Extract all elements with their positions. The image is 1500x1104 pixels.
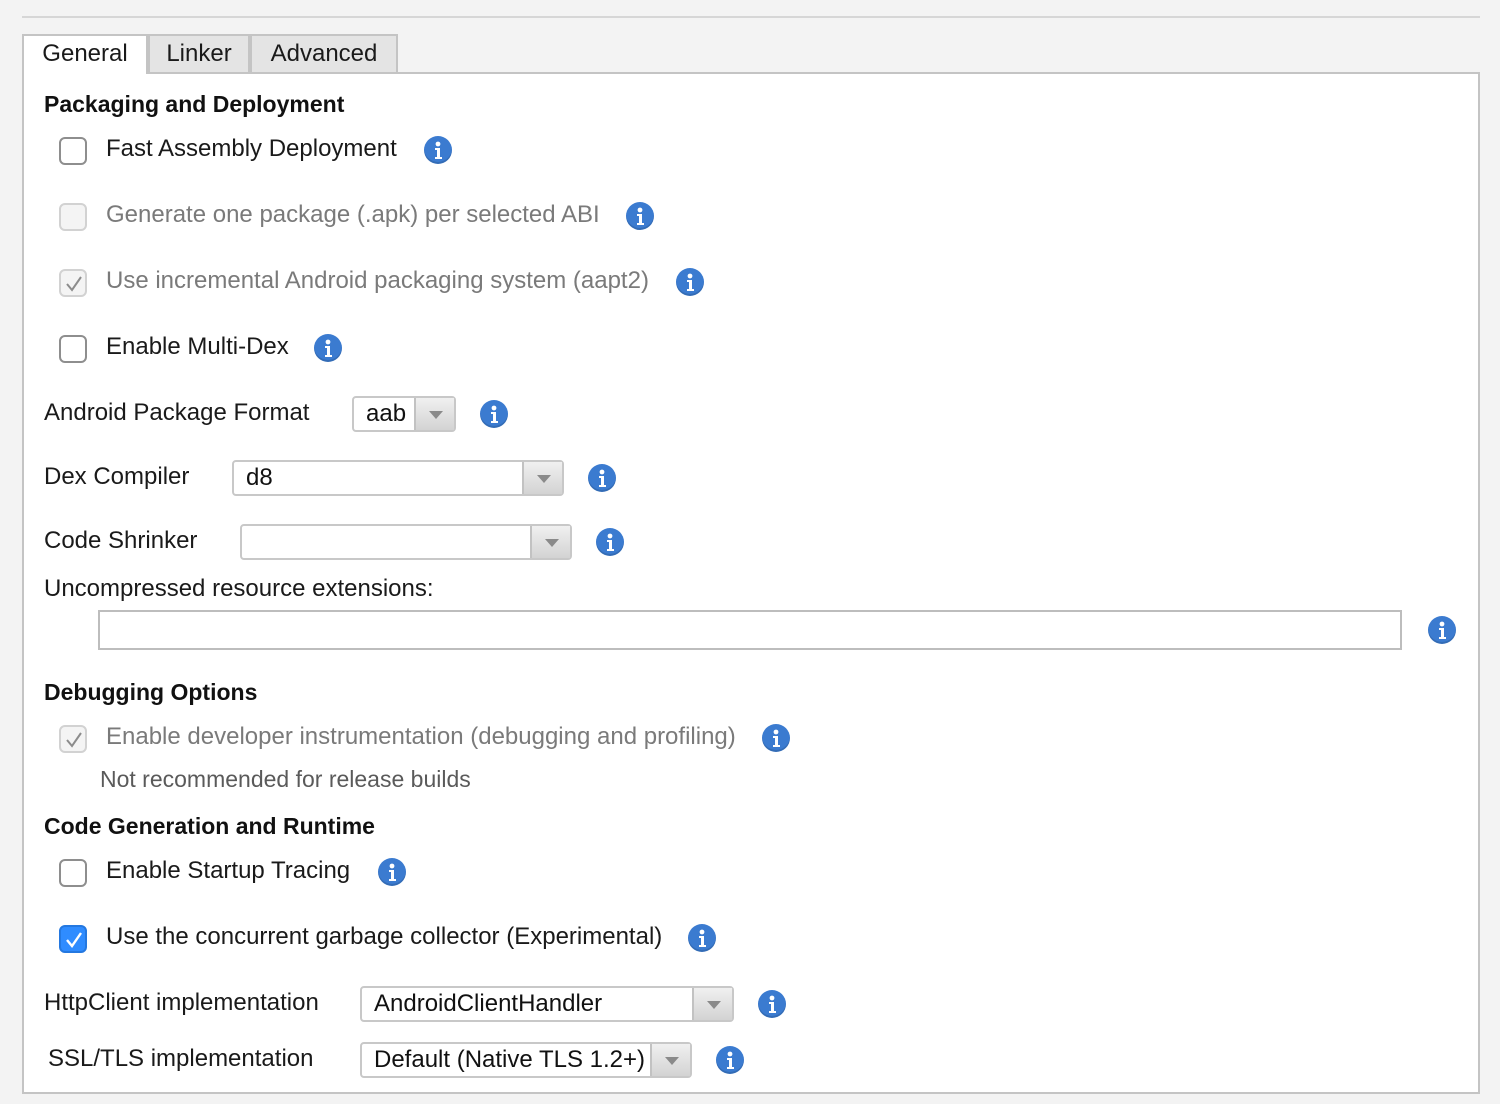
release-builds-note: Not recommended for release builds <box>100 766 471 792</box>
chevron-down-icon[interactable] <box>692 988 732 1020</box>
fast-assembly-checkbox[interactable] <box>59 137 87 165</box>
section-title-packaging: Packaging and Deployment <box>44 91 345 117</box>
info-icon[interactable] <box>588 464 616 492</box>
info-icon[interactable] <box>480 400 508 428</box>
dex-compiler-select[interactable]: d8 <box>232 460 564 496</box>
chevron-down-icon[interactable] <box>530 526 570 558</box>
multidex-label: Enable Multi-Dex <box>106 333 289 360</box>
info-icon[interactable] <box>626 202 654 230</box>
aapt2-checkbox[interactable] <box>59 269 87 297</box>
package-format-label: Android Package Format <box>44 399 310 426</box>
dev-instrumentation-checkbox[interactable] <box>59 725 87 753</box>
chevron-down-icon[interactable] <box>414 398 454 430</box>
info-icon[interactable] <box>314 334 342 362</box>
info-icon[interactable] <box>596 528 624 556</box>
checkmark-icon <box>66 932 82 948</box>
info-icon[interactable] <box>758 990 786 1018</box>
ssl-tls-select[interactable]: Default (Native TLS 1.2+) <box>360 1042 692 1078</box>
httpclient-label: HttpClient implementation <box>44 989 319 1016</box>
fast-assembly-label: Fast Assembly Deployment <box>106 135 397 162</box>
uncompressed-ext-label: Uncompressed resource extensions: <box>44 575 434 602</box>
httpclient-select[interactable]: AndroidClientHandler <box>360 986 734 1022</box>
concurrent-gc-label: Use the concurrent garbage collector (Ex… <box>106 923 663 950</box>
dev-instrumentation-label: Enable developer instrumentation (debugg… <box>106 723 736 750</box>
httpclient-value: AndroidClientHandler <box>374 990 603 1017</box>
info-icon[interactable] <box>688 924 716 952</box>
checkmark-icon <box>66 732 82 748</box>
checkmark-icon <box>66 276 82 292</box>
tab-general[interactable]: General <box>22 34 148 74</box>
info-icon[interactable] <box>378 858 406 886</box>
info-icon[interactable] <box>424 136 452 164</box>
package-format-select[interactable]: aab <box>352 396 456 432</box>
ssl-tls-value: Default (Native TLS 1.2+) <box>374 1046 646 1073</box>
dex-compiler-label: Dex Compiler <box>44 463 190 490</box>
section-title-codegen: Code Generation and Runtime <box>44 813 375 839</box>
aapt2-label: Use incremental Android packaging system… <box>106 267 649 294</box>
tab-advanced[interactable]: Advanced <box>250 34 398 72</box>
one-package-per-abi-checkbox[interactable] <box>59 203 87 231</box>
info-icon[interactable] <box>676 268 704 296</box>
info-icon[interactable] <box>716 1046 744 1074</box>
tab-linker[interactable]: Linker <box>148 34 250 72</box>
chevron-down-icon[interactable] <box>522 462 562 494</box>
info-icon[interactable] <box>1428 616 1456 644</box>
package-format-value: aab <box>366 400 407 427</box>
startup-tracing-checkbox[interactable] <box>59 859 87 887</box>
uncompressed-ext-input[interactable] <box>98 610 1402 650</box>
startup-tracing-label: Enable Startup Tracing <box>106 857 351 884</box>
section-title-debugging: Debugging Options <box>44 679 258 705</box>
info-icon[interactable] <box>762 724 790 752</box>
top-divider <box>22 16 1480 18</box>
code-shrinker-label: Code Shrinker <box>44 527 198 554</box>
dex-compiler-value: d8 <box>246 464 273 491</box>
concurrent-gc-checkbox[interactable] <box>59 925 87 953</box>
one-package-per-abi-label: Generate one package (.apk) per selected… <box>106 201 600 228</box>
chevron-down-icon[interactable] <box>650 1044 690 1076</box>
multidex-checkbox[interactable] <box>59 335 87 363</box>
code-shrinker-select[interactable] <box>240 524 572 560</box>
ssl-tls-label: SSL/TLS implementation <box>48 1045 314 1072</box>
